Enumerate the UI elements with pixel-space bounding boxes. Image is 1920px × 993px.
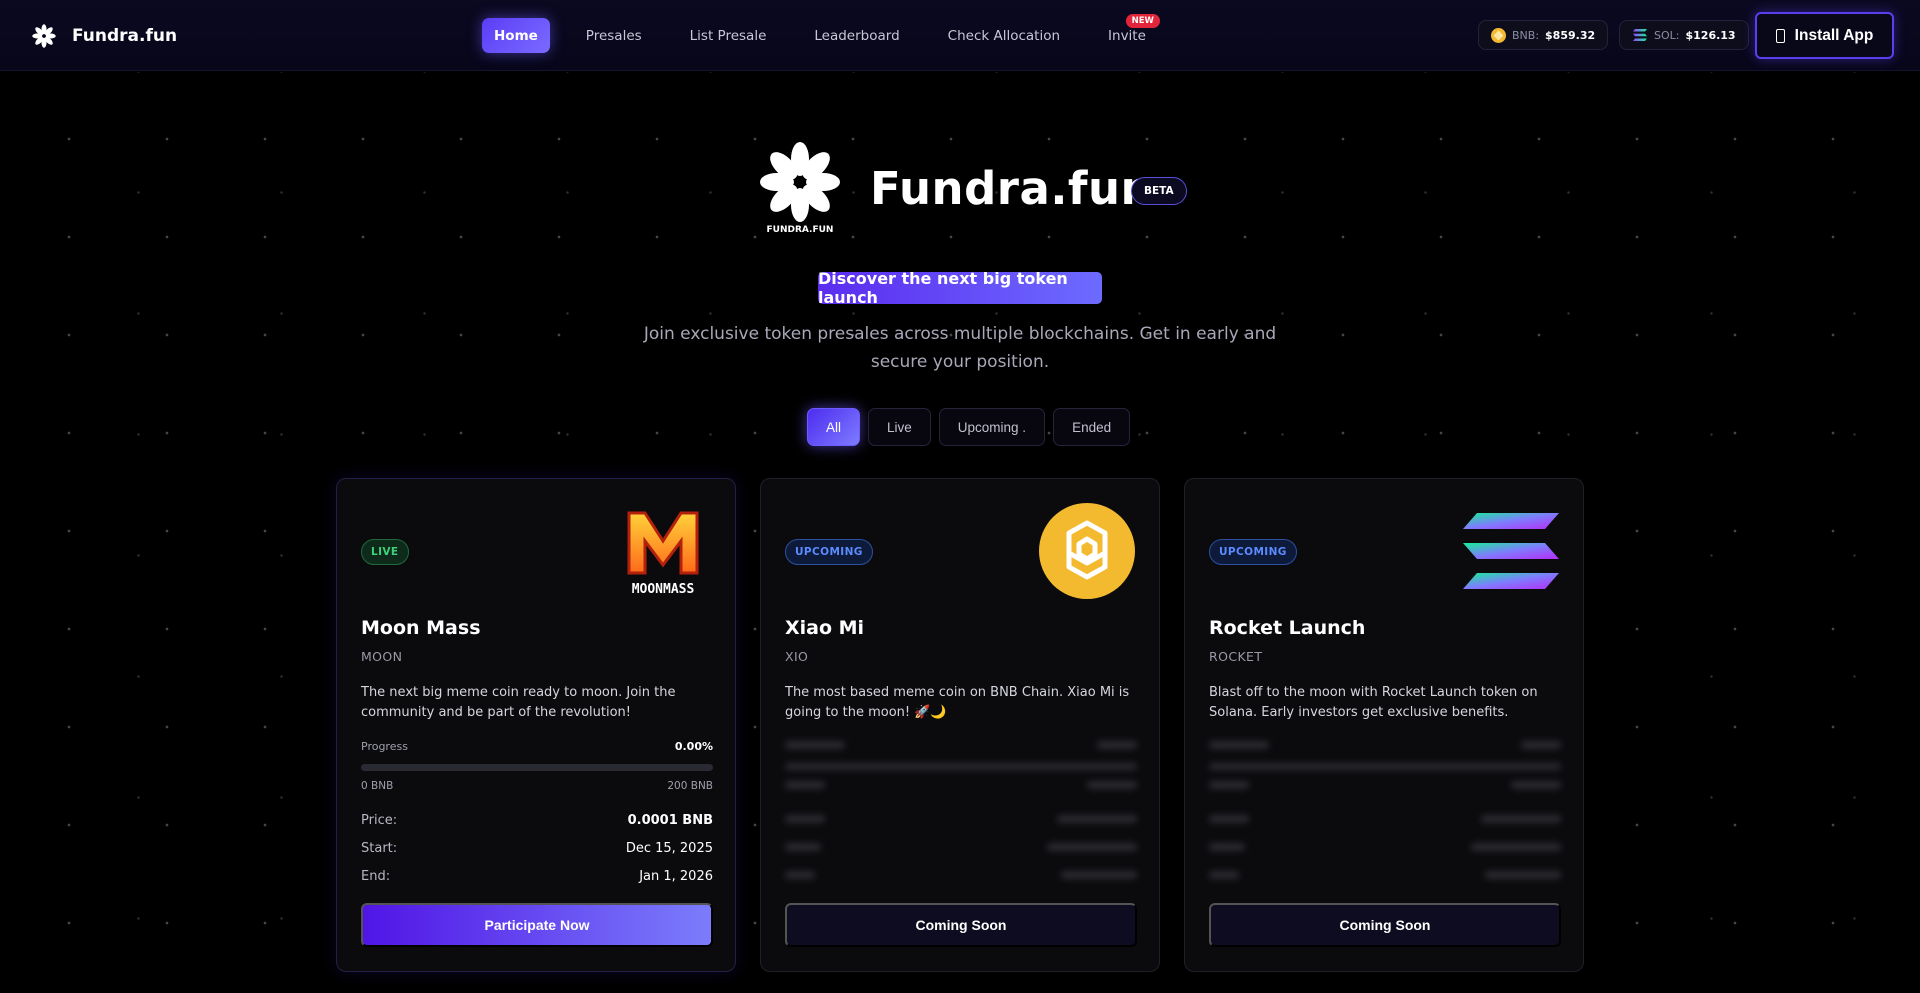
nav-item-invite-label: Invite bbox=[1108, 27, 1146, 44]
start-row: Start: Dec 15, 2025 bbox=[361, 841, 713, 856]
hero-tagline: Discover the next big token launch bbox=[818, 269, 1102, 307]
new-badge: NEW bbox=[1125, 14, 1160, 28]
filter-tab-live[interactable]: Live bbox=[868, 408, 931, 446]
progress-header: Progress 0.00% bbox=[361, 740, 713, 753]
bnb-chain-logo-icon bbox=[1039, 503, 1135, 599]
progress-bar bbox=[361, 764, 713, 771]
progress-label: Progress bbox=[361, 740, 408, 753]
end-row: End: Jan 1, 2026 bbox=[361, 869, 713, 884]
token-symbol: XIO bbox=[785, 649, 809, 664]
price-row: Price: 0.0001 BNB bbox=[361, 813, 713, 828]
status-badge-upcoming: UPCOMING bbox=[785, 539, 873, 565]
hero-subtitle: Join exclusive token presales across mul… bbox=[640, 320, 1280, 376]
brand-name: Fundra.fun bbox=[72, 26, 178, 46]
moonmass-logo-icon: MOONMASS bbox=[627, 511, 699, 597]
nav-item-leaderboard[interactable]: Leaderboard bbox=[802, 18, 911, 53]
price-label: Price: bbox=[361, 813, 398, 828]
install-app-button[interactable]: Install App bbox=[1755, 12, 1894, 59]
sol-price-label: SOL: bbox=[1654, 28, 1680, 42]
flower-logo-icon bbox=[32, 24, 56, 48]
phone-icon bbox=[1775, 28, 1785, 43]
token-description: The next big meme coin ready to moon. Jo… bbox=[361, 685, 676, 720]
solana-icon bbox=[1633, 29, 1647, 41]
hero-title: Fundra.fun bbox=[870, 162, 1154, 215]
end-label: End: bbox=[361, 869, 391, 884]
bnb-coin-icon bbox=[1491, 27, 1506, 43]
token-name: Xiao Mi bbox=[785, 617, 865, 639]
top-navbar: Fundra.fun Home Presales List Presale Le… bbox=[0, 0, 1920, 71]
progress-percent: 0.00% bbox=[674, 740, 713, 753]
hero-flower-logo-icon: FUNDRA.FUN bbox=[760, 142, 840, 235]
token-description: Blast off to the moon with Rocket Launch… bbox=[1209, 685, 1538, 720]
bnb-price-ticker: BNB: $859.32 bbox=[1478, 20, 1609, 50]
nav-item-presales[interactable]: Presales bbox=[574, 18, 654, 53]
token-symbol: ROCKET bbox=[1209, 649, 1263, 664]
presale-card[interactable]: LIVE MOONMASS Moon Mass MOON The next bi… bbox=[336, 478, 736, 972]
beta-badge: BETA bbox=[1131, 177, 1187, 205]
hero-subtitle-line-1: Join exclusive token presales across mul… bbox=[643, 324, 1277, 344]
filter-tab-ended[interactable]: Ended bbox=[1053, 408, 1131, 446]
nav-item-check-allocation[interactable]: Check Allocation bbox=[936, 18, 1072, 53]
filter-tab-all[interactable]: All bbox=[807, 408, 861, 446]
range-max: 200 BNB bbox=[667, 780, 713, 792]
main-nav: Home Presales List Presale Leaderboard C… bbox=[482, 14, 1182, 53]
bnb-price-label: BNB: bbox=[1512, 28, 1540, 42]
blurred-details-placeholder bbox=[785, 737, 1137, 887]
range-min: 0 BNB bbox=[361, 780, 394, 792]
solana-logo-icon bbox=[1463, 513, 1559, 589]
install-app-label: Install App bbox=[1794, 26, 1874, 44]
filter-tab-upcoming[interactable]: Upcoming . bbox=[938, 408, 1046, 446]
status-badge-upcoming: UPCOMING bbox=[1209, 539, 1297, 565]
presale-card[interactable]: UPCOMING Rocket Launch ROCKET Blast off … bbox=[1184, 478, 1584, 972]
brand[interactable]: Fundra.fun bbox=[30, 19, 177, 53]
blurred-details-placeholder bbox=[1209, 737, 1561, 887]
sol-price-ticker: SOL: $126.13 bbox=[1619, 20, 1749, 50]
token-name: Rocket Launch bbox=[1209, 617, 1366, 639]
hero-logo-caption: FUNDRA.FUN bbox=[767, 225, 834, 235]
coming-soon-button[interactable]: Coming Soon bbox=[1209, 903, 1561, 947]
presale-card[interactable]: UPCOMING Xiao Mi XIO The most based meme… bbox=[760, 478, 1160, 972]
coming-soon-button[interactable]: Coming Soon bbox=[785, 903, 1137, 947]
participate-now-button[interactable]: Participate Now bbox=[361, 903, 713, 947]
nav-item-home[interactable]: Home bbox=[482, 18, 550, 53]
sol-price-value: $126.13 bbox=[1685, 28, 1736, 42]
start-label: Start: bbox=[361, 841, 398, 856]
hero-subtitle-line-2: secure your position. bbox=[870, 352, 1050, 372]
token-name: Moon Mass bbox=[361, 617, 481, 639]
nav-item-list-presale[interactable]: List Presale bbox=[678, 18, 779, 53]
progress-range: 0 BNB 200 BNB bbox=[361, 780, 713, 792]
nav-item-invite[interactable]: Invite NEW bbox=[1096, 14, 1160, 53]
price-value: 0.0001 BNB bbox=[627, 813, 713, 828]
bnb-price-value: $859.32 bbox=[1545, 28, 1596, 42]
moonmass-logo-text: MOONMASS bbox=[632, 582, 695, 597]
end-value: Jan 1, 2026 bbox=[639, 869, 713, 884]
token-symbol: MOON bbox=[361, 649, 403, 664]
status-badge-live: LIVE bbox=[361, 539, 409, 565]
token-description: The most based meme coin on BNB Chain. X… bbox=[785, 685, 1130, 720]
start-value: Dec 15, 2025 bbox=[625, 841, 713, 856]
presale-filter-tabs: All Live Upcoming . Ended bbox=[807, 408, 1131, 446]
